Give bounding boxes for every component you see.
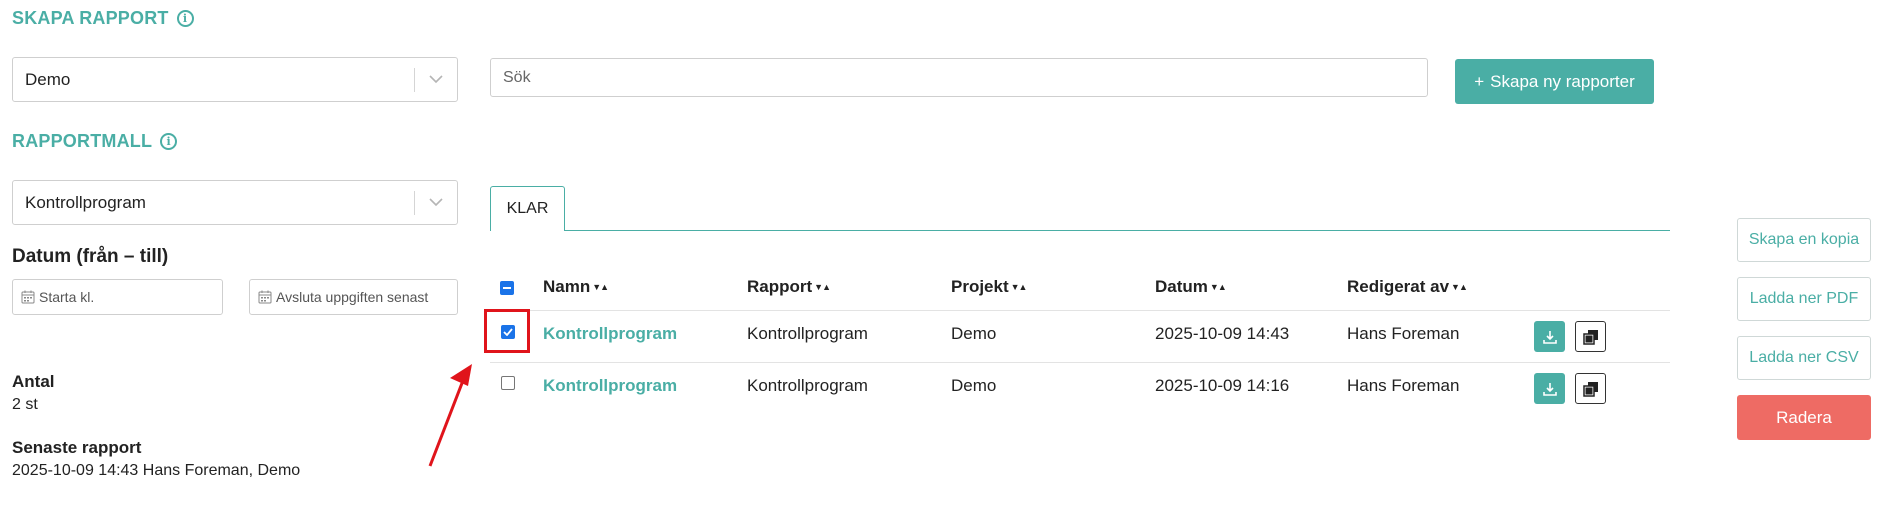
- column-header-report-label: Rapport: [747, 277, 813, 296]
- duplicate-button[interactable]: [1575, 321, 1606, 352]
- column-header-edited-by[interactable]: Redigerat av ▼▲: [1347, 277, 1468, 297]
- sort-icon[interactable]: ▼▲: [814, 282, 831, 292]
- end-date-placeholder: Avsluta uppgiften senast: [276, 289, 429, 305]
- row-checkbox[interactable]: [501, 376, 515, 390]
- column-header-project-label: Projekt: [951, 277, 1009, 296]
- delete-button[interactable]: Radera: [1737, 395, 1871, 440]
- row-checkbox[interactable]: [501, 325, 515, 339]
- end-date-input[interactable]: Avsluta uppgiften senast: [249, 279, 458, 315]
- search-input[interactable]: [490, 58, 1428, 97]
- start-date-input[interactable]: Starta kl.: [12, 279, 223, 315]
- tab-klar[interactable]: KLAR: [490, 186, 565, 231]
- create-report-title-text: SKAPA RAPPORT: [12, 8, 169, 28]
- table-divider: [490, 362, 1670, 363]
- search-field[interactable]: [491, 68, 1427, 87]
- create-report-button-label: Skapa ny rapporter: [1490, 71, 1635, 91]
- row-name-link[interactable]: Kontrollprogram: [543, 324, 677, 344]
- copy-icon: [1582, 329, 1598, 345]
- column-header-name-label: Namn: [543, 277, 591, 296]
- row-edited-by: Hans Foreman: [1347, 376, 1460, 395]
- download-icon: [1542, 382, 1557, 396]
- create-copy-button[interactable]: Skapa en kopia: [1737, 218, 1871, 262]
- sort-icon[interactable]: ▼▲: [1451, 282, 1468, 292]
- latest-report-value: 2025-10-09 14:43 Hans Foreman, Demo: [12, 462, 301, 479]
- download-pdf-button[interactable]: Ladda ner PDF: [1737, 277, 1871, 321]
- column-header-date-label: Datum: [1155, 277, 1208, 296]
- row-project: Demo: [951, 324, 997, 343]
- project-select[interactable]: Demo: [12, 57, 458, 102]
- count-value: 2 st: [12, 396, 38, 413]
- sort-icon[interactable]: ▼▲: [1210, 282, 1227, 292]
- chevron-down-icon[interactable]: [415, 198, 457, 207]
- row-name-link[interactable]: Kontrollprogram: [543, 376, 677, 396]
- row-date: 2025-10-09 14:16: [1155, 376, 1290, 395]
- tab-klar-label: KLAR: [506, 200, 549, 217]
- duplicate-button[interactable]: [1575, 373, 1606, 404]
- chevron-down-icon[interactable]: [415, 75, 457, 84]
- calendar-icon: [21, 290, 35, 304]
- column-header-report[interactable]: Rapport ▼▲: [747, 277, 831, 297]
- select-all-checkbox[interactable]: [500, 281, 514, 295]
- copy-icon: [1582, 381, 1598, 397]
- row-report: Kontrollprogram: [747, 324, 868, 343]
- row-edited-by: Hans Foreman: [1347, 324, 1460, 343]
- start-date-placeholder: Starta kl.: [39, 289, 95, 305]
- project-select-value: Demo: [25, 69, 71, 89]
- row-date: 2025-10-09 14:43: [1155, 324, 1290, 343]
- create-report-title: SKAPA RAPPORT i: [12, 8, 194, 29]
- column-header-name[interactable]: Namn ▼▲: [543, 277, 609, 297]
- create-report-button[interactable]: + Skapa ny rapporter: [1455, 59, 1654, 104]
- column-header-date[interactable]: Datum ▼▲: [1155, 277, 1227, 297]
- table-divider: [490, 310, 1670, 311]
- plus-icon: +: [1474, 71, 1485, 91]
- latest-report-label: Senaste rapport: [12, 438, 142, 457]
- column-header-project[interactable]: Projekt ▼▲: [951, 277, 1028, 297]
- info-icon[interactable]: i: [160, 133, 178, 150]
- template-title-text: RAPPORTMALL: [12, 131, 153, 151]
- sort-icon[interactable]: ▼▲: [1011, 282, 1028, 292]
- annotation-arrow: [428, 364, 472, 467]
- row-project: Demo: [951, 376, 997, 395]
- calendar-icon: [258, 290, 272, 304]
- download-csv-button[interactable]: Ladda ner CSV: [1737, 336, 1871, 380]
- download-button[interactable]: [1534, 373, 1565, 404]
- date-range-title: Datum (från – till): [12, 246, 169, 267]
- download-icon: [1542, 330, 1557, 344]
- row-report: Kontrollprogram: [747, 376, 868, 395]
- template-title: RAPPORTMALL i: [12, 131, 178, 152]
- tab-underline: [490, 230, 1670, 231]
- download-button[interactable]: [1534, 321, 1565, 352]
- sort-icon[interactable]: ▼▲: [592, 282, 609, 292]
- info-icon[interactable]: i: [176, 10, 194, 27]
- template-select-value: Kontrollprogram: [25, 192, 146, 212]
- count-label: Antal: [12, 372, 55, 391]
- template-select[interactable]: Kontrollprogram: [12, 180, 458, 225]
- column-header-edited-by-label: Redigerat av: [1347, 277, 1450, 296]
